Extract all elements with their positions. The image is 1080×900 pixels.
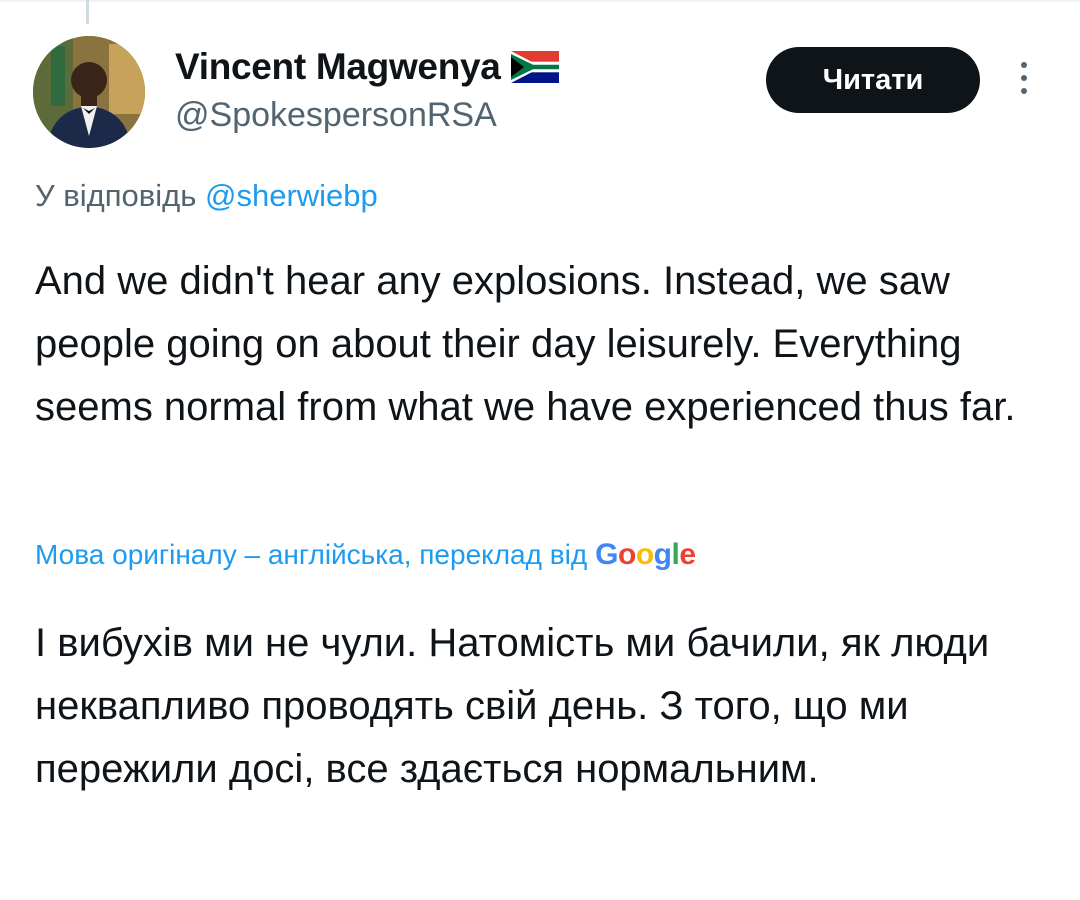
google-logo: Google — [595, 538, 696, 572]
translation-note-text: Мова оригіналу – англійська, переклад ві… — [35, 539, 588, 570]
google-letter: o — [618, 538, 636, 571]
google-letter: G — [595, 538, 619, 571]
translated-tweet-text: І вибухів ми не чули. Натомість ми бачил… — [35, 621, 990, 791]
google-letter: o — [635, 538, 654, 571]
author-display-name[interactable]: Vincent Magwenya — [175, 46, 501, 88]
google-letter: g — [653, 538, 672, 571]
reply-context: У відповідь @sherwiebp — [35, 178, 378, 214]
avatar-image — [33, 36, 145, 148]
google-letter: e — [679, 538, 696, 571]
reply-prefix: У відповідь — [35, 178, 205, 213]
top-divider — [0, 0, 1080, 2]
translation-note[interactable]: Мова оригіналу – англійська, переклад ві… — [35, 538, 696, 572]
author-handle[interactable]: @SpokespersonRSA — [175, 96, 497, 135]
south-africa-flag-icon — [510, 51, 559, 83]
author-name-row: Vincent Magwenya — [175, 42, 559, 92]
more-options-icon[interactable] — [1014, 62, 1034, 102]
reply-mention-link[interactable]: @sherwiebp — [205, 178, 378, 213]
follow-button[interactable]: Читати — [766, 47, 980, 113]
avatar[interactable] — [33, 36, 145, 148]
tweet-text: And we didn't hear any explosions. Inste… — [35, 259, 1016, 429]
thread-connector-line — [86, 0, 89, 24]
